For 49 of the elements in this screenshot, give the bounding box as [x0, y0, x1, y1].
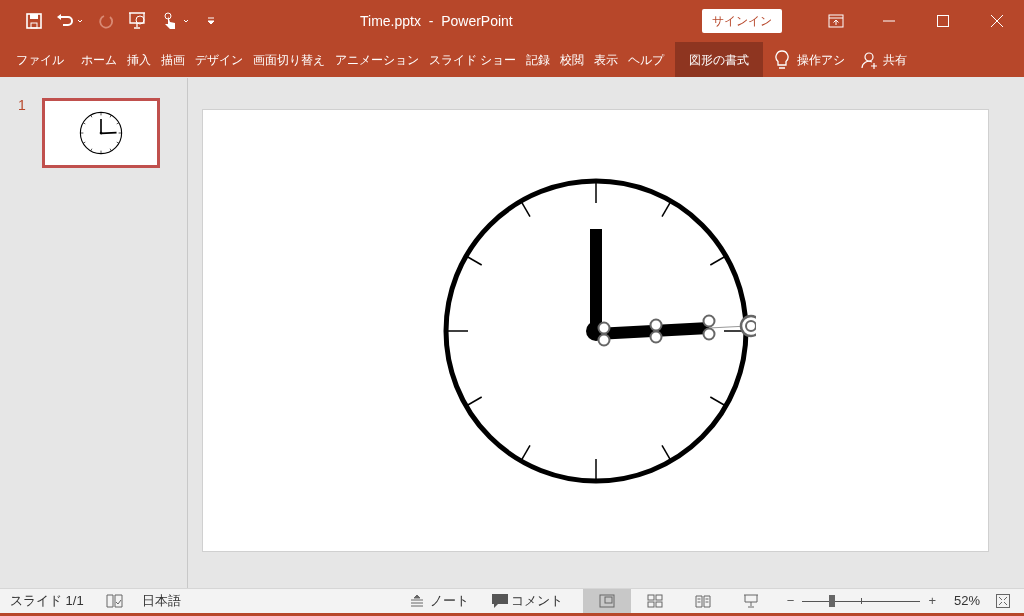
comments-button[interactable]: コメント	[484, 591, 569, 611]
ribbon-tab[interactable]: 挿入	[122, 42, 156, 77]
person-add-icon	[861, 50, 880, 69]
ribbon-tab[interactable]: 表示	[589, 42, 624, 77]
slide-count: スライド 1/1	[10, 592, 84, 611]
share-button[interactable]: 共有	[883, 50, 908, 69]
lightbulb-icon	[775, 49, 790, 70]
spelling-check-icon[interactable]	[105, 593, 124, 609]
ribbon-tab[interactable]: 校閲	[555, 42, 590, 77]
redo-icon[interactable]	[98, 13, 114, 29]
book-icon	[694, 594, 711, 608]
zoom-slider[interactable]	[802, 595, 921, 607]
customize-icon[interactable]	[206, 16, 216, 26]
zoom-percentage[interactable]: 52%	[953, 591, 980, 611]
ribbon-tab[interactable]: ヘルプ	[623, 42, 670, 77]
slide-number: 1	[18, 98, 26, 112]
save-icon[interactable]	[26, 13, 42, 29]
close-icon	[991, 15, 1003, 27]
minimize-icon	[883, 20, 895, 22]
zoom-in-button[interactable]: +	[928, 591, 936, 611]
ribbon-tab[interactable]: 記録	[521, 42, 556, 77]
notes-icon	[409, 595, 424, 607]
slide-thumbnail[interactable]	[41, 98, 160, 168]
window-title: Time.pptx - PowerPoint	[360, 11, 514, 31]
clock-drawing	[78, 111, 123, 155]
grid-view-icon	[646, 594, 663, 608]
view-button[interactable]	[582, 589, 631, 613]
sign-in-button[interactable]: サインイン	[702, 9, 782, 33]
zoom-slider-thumb[interactable]	[828, 595, 835, 607]
ribbon-tab[interactable]: スライド ショー	[424, 42, 522, 77]
presentation-icon	[742, 594, 759, 608]
ribbon-tab[interactable]: 描画	[156, 42, 190, 77]
language-label[interactable]: 日本語	[141, 591, 181, 611]
maximize-icon	[937, 15, 949, 27]
notes-button[interactable]: ノート	[403, 591, 475, 611]
ribbon-display-icon	[828, 14, 844, 28]
ribbon-tab[interactable]: デザイン	[190, 42, 248, 77]
presentation-icon[interactable]	[128, 12, 148, 30]
ribbon-tab[interactable]: ファイル	[6, 42, 76, 77]
ribbon-tab[interactable]: 画面切り替え	[248, 42, 330, 77]
speech-bubble-icon	[490, 593, 509, 609]
undo-icon[interactable]	[56, 13, 84, 29]
ribbon-tab[interactable]: 図形の書式	[675, 42, 764, 77]
ribbon-tab[interactable]: ホーム	[76, 42, 122, 77]
fit-to-window-icon[interactable]	[996, 594, 1010, 608]
zoom-out-button[interactable]: −	[786, 591, 795, 611]
ribbon-tab[interactable]: アニメーション	[330, 42, 424, 77]
tell-me-search[interactable]: 操作アシ	[797, 50, 846, 69]
normal-view-icon	[598, 594, 615, 608]
